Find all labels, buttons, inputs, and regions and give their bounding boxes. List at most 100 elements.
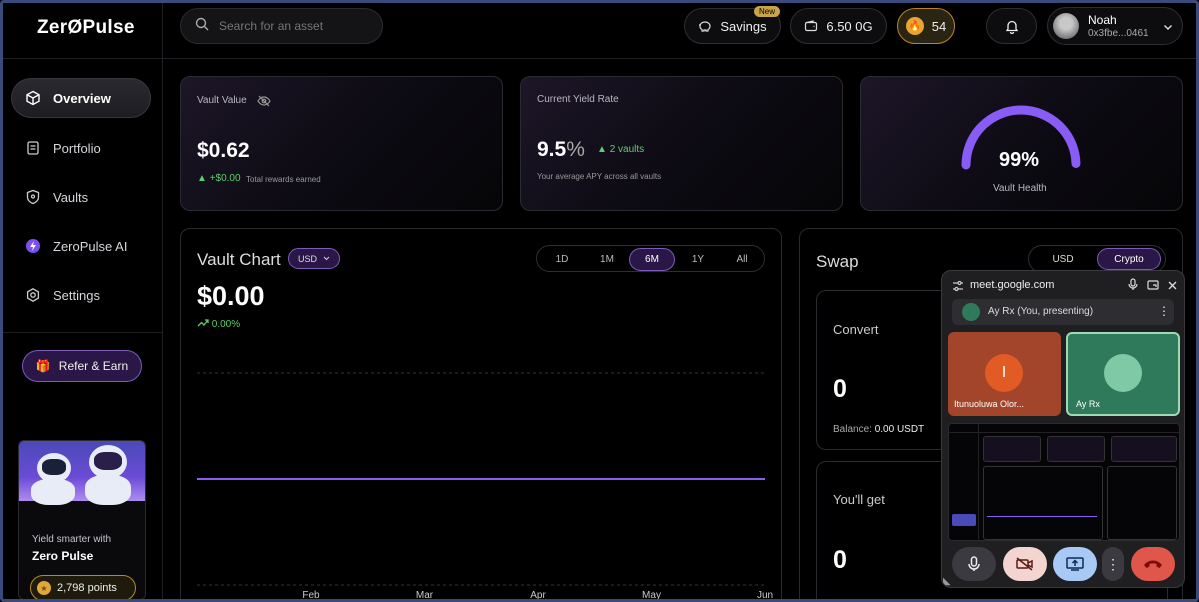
promo-title: Zero Pulse	[32, 549, 94, 563]
range-6m[interactable]: 6M	[629, 248, 675, 271]
piggy-bank-icon	[698, 20, 712, 32]
sidebar-item-portfolio[interactable]: Portfolio	[11, 128, 151, 168]
receive-value: 0	[833, 546, 847, 574]
range-1y[interactable]: 1Y	[675, 248, 721, 271]
more-options-button[interactable]: ⋮	[1102, 547, 1124, 581]
sidebar-item-vaults[interactable]: Vaults	[11, 177, 151, 217]
more-options-icon: ⋮	[1106, 555, 1120, 572]
toggle-crypto[interactable]: Crypto	[1097, 248, 1161, 270]
cube-icon	[25, 90, 41, 106]
range-all[interactable]: All	[719, 248, 765, 271]
balance-label: Balance:	[833, 424, 872, 435]
wallet-address: 0x3fbe...0461	[1088, 28, 1149, 39]
resize-handle[interactable]: ◣	[943, 576, 951, 587]
sidebar-item-label: Vaults	[53, 189, 89, 205]
balance-value: 0.00 USDT	[874, 424, 925, 435]
present-screen-icon	[1066, 557, 1084, 571]
sidebar-item-label: Overview	[53, 90, 111, 106]
promo-subtitle: Yield smarter with	[32, 534, 112, 545]
user-menu[interactable]: Noah 0x3fbe...0461	[1047, 7, 1183, 45]
swap-mode-toggle: USD Crypto	[1028, 245, 1166, 273]
eye-off-icon[interactable]	[257, 94, 271, 112]
convert-input[interactable]: 0	[833, 375, 847, 404]
points-value: 2,798 points	[57, 582, 117, 594]
sidebar-item-label: Portfolio	[53, 140, 101, 156]
search-bar[interactable]	[180, 8, 383, 44]
yield-note: Your average APY across all vaults	[537, 172, 662, 181]
savings-button[interactable]: Savings New	[684, 6, 781, 44]
bell-icon	[1005, 19, 1019, 34]
self-tile[interactable]: Ay Rx	[1066, 332, 1180, 416]
app-logo[interactable]: ZerØPulse	[37, 17, 135, 39]
promo-card: Yield smarter with Zero Pulse ★ 2,798 po…	[18, 440, 146, 600]
x-tick-label: Apr	[530, 590, 546, 601]
search-input[interactable]	[219, 19, 369, 33]
chart-change-value: 0.00%	[211, 319, 241, 330]
chevron-down-icon	[323, 256, 330, 261]
refer-earn-button[interactable]: 🎁 Refer & Earn	[22, 350, 142, 382]
sidebar-divider	[3, 332, 163, 333]
pop-out-icon[interactable]	[1147, 278, 1159, 296]
self-avatar	[1104, 354, 1142, 392]
toggle-usd[interactable]: USD	[1031, 248, 1095, 270]
health-value: 99%	[999, 149, 1040, 171]
present-button[interactable]	[1053, 547, 1097, 581]
points-badge[interactable]: ★ 2,798 points	[30, 575, 136, 599]
vaults-count: ▲ 2 vaults	[597, 144, 645, 155]
currency-select[interactable]: USD	[288, 248, 340, 269]
shield-icon	[25, 189, 41, 205]
close-icon[interactable]	[1167, 278, 1178, 296]
site-settings-icon[interactable]	[952, 279, 964, 297]
vault-value-label: Vault Value	[197, 95, 247, 106]
yield-card: Current Yield Rate 9.5% ▲ 2 vaults Your …	[520, 76, 843, 211]
range-1m[interactable]: 1M	[584, 248, 630, 271]
sidebar-item-label: ZeroPulse AI	[53, 238, 128, 254]
wallet-icon	[804, 20, 818, 32]
notifications-button[interactable]	[986, 8, 1037, 44]
participant-name: Itunuoluwa Olor...	[954, 399, 1025, 409]
screen-share-preview[interactable]	[948, 423, 1180, 541]
avatar	[1053, 13, 1079, 39]
chart-title: Vault Chart	[197, 250, 281, 269]
x-tick-label: Feb	[302, 590, 320, 601]
fire-icon: 🔥	[905, 17, 924, 35]
balance-button[interactable]: 6.50 0G	[790, 8, 887, 44]
streak-value: 54	[931, 18, 947, 34]
vault-value-card: Vault Value $0.62 ▲ +$0.00 Total rewards…	[180, 76, 503, 211]
leave-call-button[interactable]	[1131, 547, 1175, 581]
sidebar-item-overview[interactable]: Overview	[11, 78, 151, 118]
self-name: Ay Rx	[1076, 399, 1100, 409]
time-range-selector: 1D 1M 6M 1Y All	[536, 245, 765, 272]
rewards-change: ▲ +$0.00	[197, 173, 241, 184]
gear-icon	[25, 287, 41, 303]
participant-tile[interactable]: I Itunuoluwa Olor...	[948, 332, 1061, 416]
savings-label: Savings	[720, 18, 767, 34]
x-tick-label: Mar	[416, 590, 434, 601]
range-1d[interactable]: 1D	[539, 248, 585, 271]
sidebar-item-zeropulse-ai[interactable]: ZeroPulse AI	[11, 226, 151, 266]
vault-chart-card: Vault Chart $0.00 0.00% Feb Mar Apr May Jun	[180, 228, 782, 602]
vault-value: $0.62	[197, 139, 250, 162]
microphone-icon[interactable]	[1128, 278, 1138, 296]
participant-avatar: I	[985, 354, 1023, 392]
microphone-icon	[968, 556, 980, 571]
avatar	[962, 303, 980, 321]
mic-button[interactable]	[952, 547, 996, 581]
coin-icon: ★	[37, 581, 51, 595]
chevron-down-icon	[1162, 20, 1174, 32]
robots-illustration	[19, 441, 145, 505]
vaults-count-value: 2 vaults	[609, 144, 645, 155]
camera-off-button[interactable]	[1003, 547, 1047, 581]
receive-label: You'll get	[833, 492, 885, 507]
swap-title: Swap	[816, 252, 859, 271]
new-badge: New	[753, 6, 780, 17]
document-icon	[25, 140, 41, 156]
sidebar-item-settings[interactable]: Settings	[11, 275, 151, 315]
health-label: Vault Health	[993, 183, 1047, 194]
trend-up-icon	[197, 319, 209, 327]
more-options-icon[interactable]: ⋮	[1158, 304, 1170, 318]
phone-hangup-icon	[1144, 560, 1162, 568]
sidebar-divider	[3, 58, 163, 59]
lightning-icon	[25, 238, 41, 254]
streak-button[interactable]: 🔥 54	[897, 8, 955, 44]
